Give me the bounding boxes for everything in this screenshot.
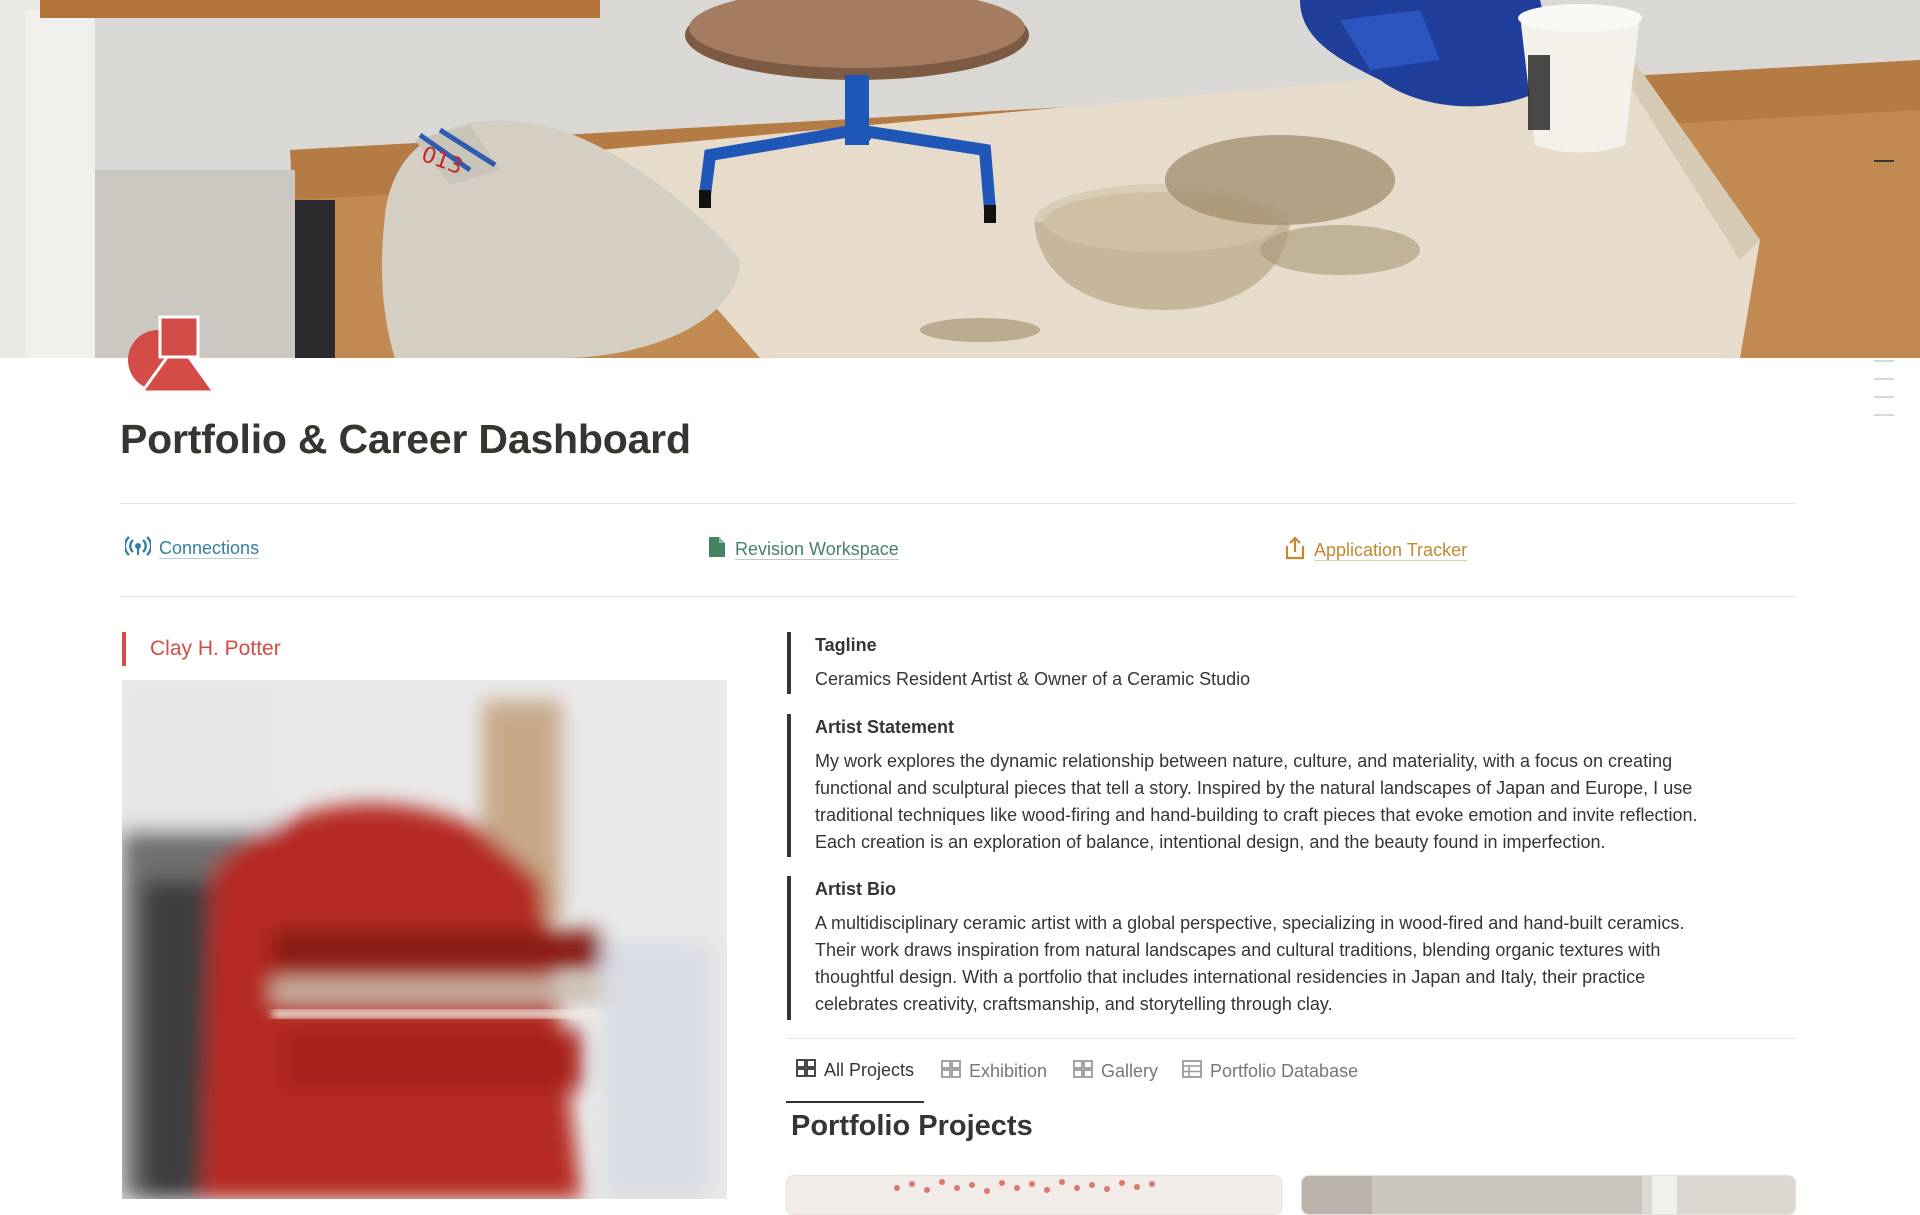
divider — [120, 503, 1796, 504]
revision-workspace-link-label: Revision Workspace — [735, 539, 899, 559]
tab-label: Portfolio Database — [1210, 1060, 1359, 1081]
artist-bio-callout: Artist Bio A multidisciplinary ceramic a… — [787, 876, 1797, 1020]
artist-bio-line: Their work draws inspiration from natura… — [815, 940, 1661, 960]
tagline-text: Ceramics Resident Artist & Owner of a Ce… — [815, 669, 1251, 689]
artist-statement-line: functional and sculptural pieces that te… — [815, 778, 1693, 798]
database-view-tabs: All Projects Exhibition Gallery Portfoli… — [786, 1038, 1796, 1104]
outline-toggle[interactable] — [1874, 160, 1894, 164]
project-card[interactable] — [786, 1175, 1282, 1215]
revision-workspace-link[interactable]: Revision Workspace — [707, 536, 899, 563]
project-card[interactable] — [1301, 1175, 1796, 1215]
application-tracker-link-label: Application Tracker — [1314, 540, 1468, 560]
tab-exhibition[interactable]: Exhibition — [931, 1039, 1057, 1103]
tagline-callout: Tagline Ceramics Resident Artist & Owner… — [787, 632, 1797, 694]
divider — [120, 596, 1796, 597]
tab-all-projects[interactable]: All Projects — [786, 1039, 925, 1103]
artist-statement-line: My work explores the dynamic relationshi… — [815, 751, 1673, 771]
artist-bio-heading: Artist Bio — [815, 879, 896, 899]
artist-bio-line: celebrates creativity, craftsmanship, an… — [815, 994, 1333, 1014]
broadcast-icon — [123, 536, 153, 561]
cover-image[interactable]: 013 — [0, 0, 1920, 358]
artist-statement-heading: Artist Statement — [815, 717, 955, 737]
artist-statement-line: Each creation is an exploration of balan… — [815, 832, 1606, 852]
tab-portfolio-database[interactable]: Portfolio Database — [1172, 1039, 1368, 1103]
application-tracker-link[interactable]: Application Tracker — [1284, 536, 1467, 565]
tab-label: Gallery — [1101, 1060, 1159, 1081]
gallery-icon — [796, 1058, 816, 1082]
share-upload-icon — [1284, 536, 1306, 565]
connections-link-label: Connections — [159, 538, 260, 558]
table-of-contents-indicator[interactable] — [1874, 360, 1894, 432]
connections-link[interactable]: Connections — [123, 536, 260, 561]
artist-portrait-image[interactable] — [122, 680, 727, 1199]
artist-bio-line: thoughtful design. With a portfolio that… — [815, 967, 1646, 987]
tab-label: Exhibition — [969, 1060, 1048, 1081]
tagline-heading: Tagline — [815, 635, 877, 655]
database-title: Portfolio Projects — [791, 1110, 1033, 1142]
project-card-cover — [787, 1176, 1281, 1214]
page-links-row: Connections Revision Workspace Applicati… — [120, 536, 1796, 566]
artist-statement-callout: Artist Statement My work explores the dy… — [787, 714, 1797, 857]
artist-bio-text: A multidisciplinary ceramic artist with … — [815, 910, 1797, 1018]
table-icon — [1182, 1059, 1202, 1083]
project-card-cover — [1302, 1176, 1795, 1214]
tab-gallery[interactable]: Gallery — [1063, 1039, 1168, 1103]
artist-name: Clay H. Potter — [122, 632, 281, 666]
document-icon — [707, 536, 727, 563]
gallery-icon — [941, 1059, 961, 1083]
gallery-icon — [1073, 1059, 1093, 1083]
artist-statement-text: My work explores the dynamic relationshi… — [815, 748, 1797, 856]
cover-photo-illustration: 013 — [0, 0, 1920, 358]
artist-bio-line: A multidisciplinary ceramic artist with … — [815, 913, 1685, 933]
artist-statement-line: traditional techniques like wood-firing … — [815, 805, 1698, 825]
tab-label: All Projects — [824, 1059, 915, 1080]
shapes-icon[interactable] — [128, 314, 218, 394]
page-title: Portfolio & Career Dashboard — [120, 416, 691, 462]
